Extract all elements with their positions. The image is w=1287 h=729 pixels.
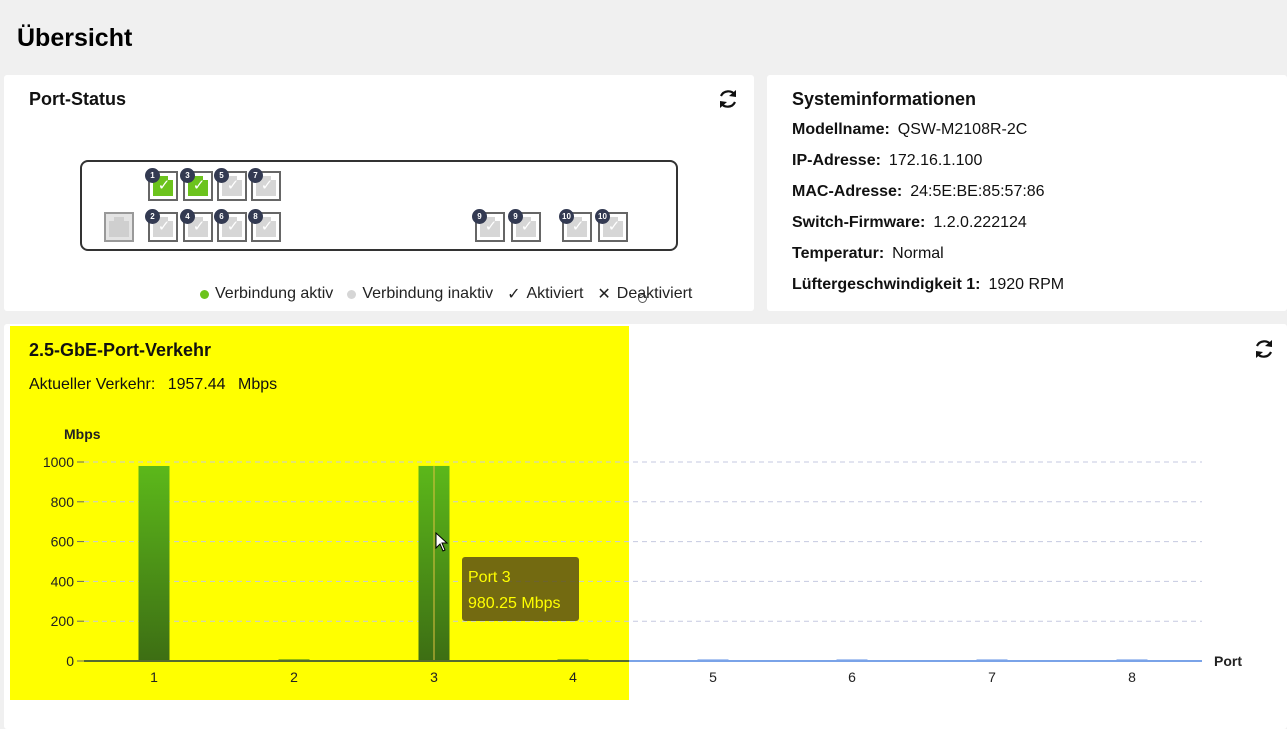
tooltip-value: 980.25 Mbps (468, 595, 561, 612)
check-icon: ✓ (226, 177, 240, 194)
check-icon: ✓ (260, 177, 274, 194)
info-value: QSW-M2108R-2C (897, 121, 1028, 138)
refresh-icon[interactable] (716, 87, 740, 111)
y-tick-label: 800 (51, 494, 75, 510)
info-key: Temperatur: (792, 245, 885, 262)
port-5[interactable]: ✓ 5 (214, 168, 247, 201)
port-number-badge: 2 (145, 209, 160, 224)
y-tick-label: 1000 (43, 454, 74, 470)
legend-active-label: Verbindung aktiv (215, 285, 334, 302)
info-key: IP-Adresse: (792, 152, 881, 169)
traffic-title: 2.5-GbE-Port-Verkehr (29, 340, 212, 360)
info-row-model: Modellname: QSW-M2108R-2C (792, 121, 1027, 139)
info-value: 172.16.1.100 (888, 152, 983, 169)
port-2[interactable]: ✓ 2 (145, 209, 178, 242)
check-icon: ✓ (260, 218, 274, 235)
legend-disabled-label: Deaktiviert (616, 285, 693, 302)
check-icon: ✓ (571, 218, 585, 235)
legend-inactive-label: Verbindung inaktiv (362, 285, 494, 302)
x-tick-label: 6 (848, 669, 856, 685)
x-tick-label: 1 (150, 669, 158, 685)
port-number-badge: 8 (248, 209, 263, 224)
x-tick-label: 8 (1128, 669, 1136, 685)
port-number-badge: 10 (595, 209, 610, 224)
y-axis-label: Mbps (64, 426, 101, 442)
legend-enabled-label: Aktiviert (526, 285, 584, 302)
check-icon: ✓ (507, 286, 521, 303)
x-axis-label: Port (1214, 653, 1242, 669)
info-value: 1.2.0.222124 (933, 214, 1027, 231)
info-row-mac: MAC-Adresse: 24:5E:BE:85:57:86 (792, 183, 1045, 201)
info-row-firmware: Switch-Firmware: 1.2.0.222124 (792, 214, 1027, 232)
check-icon: ✓ (192, 177, 206, 194)
port-number-badge: 9 (508, 209, 523, 224)
info-key: Switch-Firmware: (792, 214, 926, 231)
info-key: Lüftergeschwindigkeit 1: (792, 276, 981, 293)
port-traffic-card: 2.5-GbE-Port-Verkehr Aktueller Verkehr: … (4, 324, 1287, 729)
x-tick-label: 2 (290, 669, 298, 685)
port-number-badge: 1 (145, 168, 160, 183)
legend-disabled: ✕ Deaktiviert (597, 284, 692, 304)
bar-port-1[interactable] (138, 465, 170, 661)
port-number-badge: 9 (472, 209, 487, 224)
tooltip-port: Port 3 (468, 569, 511, 586)
check-icon: ✓ (484, 218, 498, 235)
green-dot-icon (200, 289, 209, 299)
x-tick-label: 4 (569, 669, 577, 685)
port-6[interactable]: ✓ 6 (214, 209, 247, 242)
legend-active: Verbindung aktiv (200, 285, 333, 303)
close-icon: ✕ (597, 286, 611, 303)
legend-enabled: ✓ Aktiviert (507, 284, 583, 304)
info-key: Modellname: (792, 121, 890, 138)
port-7[interactable]: ✓ 7 (248, 168, 281, 201)
legend-inactive: Verbindung inaktiv (347, 285, 493, 303)
port-10[interactable]: ✓ 10 (595, 209, 628, 242)
y-tick-label: 600 (51, 534, 75, 550)
check-icon: ✓ (607, 218, 621, 235)
x-tick-label: 7 (988, 669, 996, 685)
port-console[interactable] (104, 212, 134, 242)
check-icon: ✓ (226, 218, 240, 235)
ethernet-port-icon (109, 217, 129, 237)
y-tick-label: 200 (51, 613, 75, 629)
info-value: Normal (892, 245, 944, 262)
port-number-badge: 7 (248, 168, 263, 183)
traffic-bar-chart: Mbps 0 200 400 600 800 1000 1 2 3 4 5 6 7 8 Port (43, 426, 1242, 685)
check-icon: ✓ (520, 218, 534, 235)
y-tick-label: 0 (66, 653, 74, 669)
port-9[interactable]: ✓ 9 (472, 209, 505, 242)
check-icon: ✓ (157, 177, 171, 194)
port-8[interactable]: ✓ 8 (248, 209, 281, 242)
mouse-cursor-icon (435, 532, 449, 552)
port-number-badge: 3 (180, 168, 195, 183)
port-9[interactable]: ✓ 9 (508, 209, 541, 242)
port-status-title: Port-Status (29, 89, 127, 109)
port-1[interactable]: ✓ 1 (145, 168, 178, 201)
port-number-badge: 4 (180, 209, 195, 224)
port-legend: Verbindung aktiv Verbindung inaktiv ✓ Ak… (200, 284, 706, 304)
port-3[interactable]: ✓ 3 (180, 168, 213, 201)
y-tick-label: 400 (51, 573, 75, 589)
port-number-badge: 6 (214, 209, 229, 224)
x-tick-label: 3 (430, 669, 438, 685)
info-row-fan1: Lüftergeschwindigkeit 1: 1920 RPM (792, 276, 1064, 294)
system-info-title: Systeminformationen (792, 89, 977, 109)
info-key: MAC-Adresse: (792, 183, 903, 200)
port-4[interactable]: ✓ 4 (180, 209, 213, 242)
x-tick-label: 5 (709, 669, 717, 685)
info-row-temperature: Temperatur: Normal (792, 245, 944, 263)
info-row-ip: IP-Adresse: 172.16.1.100 (792, 152, 982, 170)
port-10[interactable]: ✓ 10 (559, 209, 592, 242)
page-title: Übersicht (17, 24, 133, 52)
system-info-card: Systeminformationen Modellname: QSW-M2108… (767, 75, 1287, 311)
info-value: 1920 RPM (988, 276, 1065, 293)
port-status-card: Port-Status ✓ 1 ✓ 3 ✓ 5 ✓ 7 ✓ 2 ✓ 4 ✓ 6 ✓ 8 ✓ 9 ✓ 9 ✓ 10 ✓ 10 V… (4, 75, 754, 311)
port-number-badge: 5 (214, 168, 229, 183)
grey-dot-icon (347, 289, 357, 299)
check-icon: ✓ (157, 218, 171, 235)
port-number-badge: 10 (559, 209, 574, 224)
info-value: 24:5E:BE:85:57:86 (910, 183, 1045, 200)
chart-tooltip: Port 3 980.25 Mbps (462, 557, 579, 621)
check-icon: ✓ (192, 218, 206, 235)
